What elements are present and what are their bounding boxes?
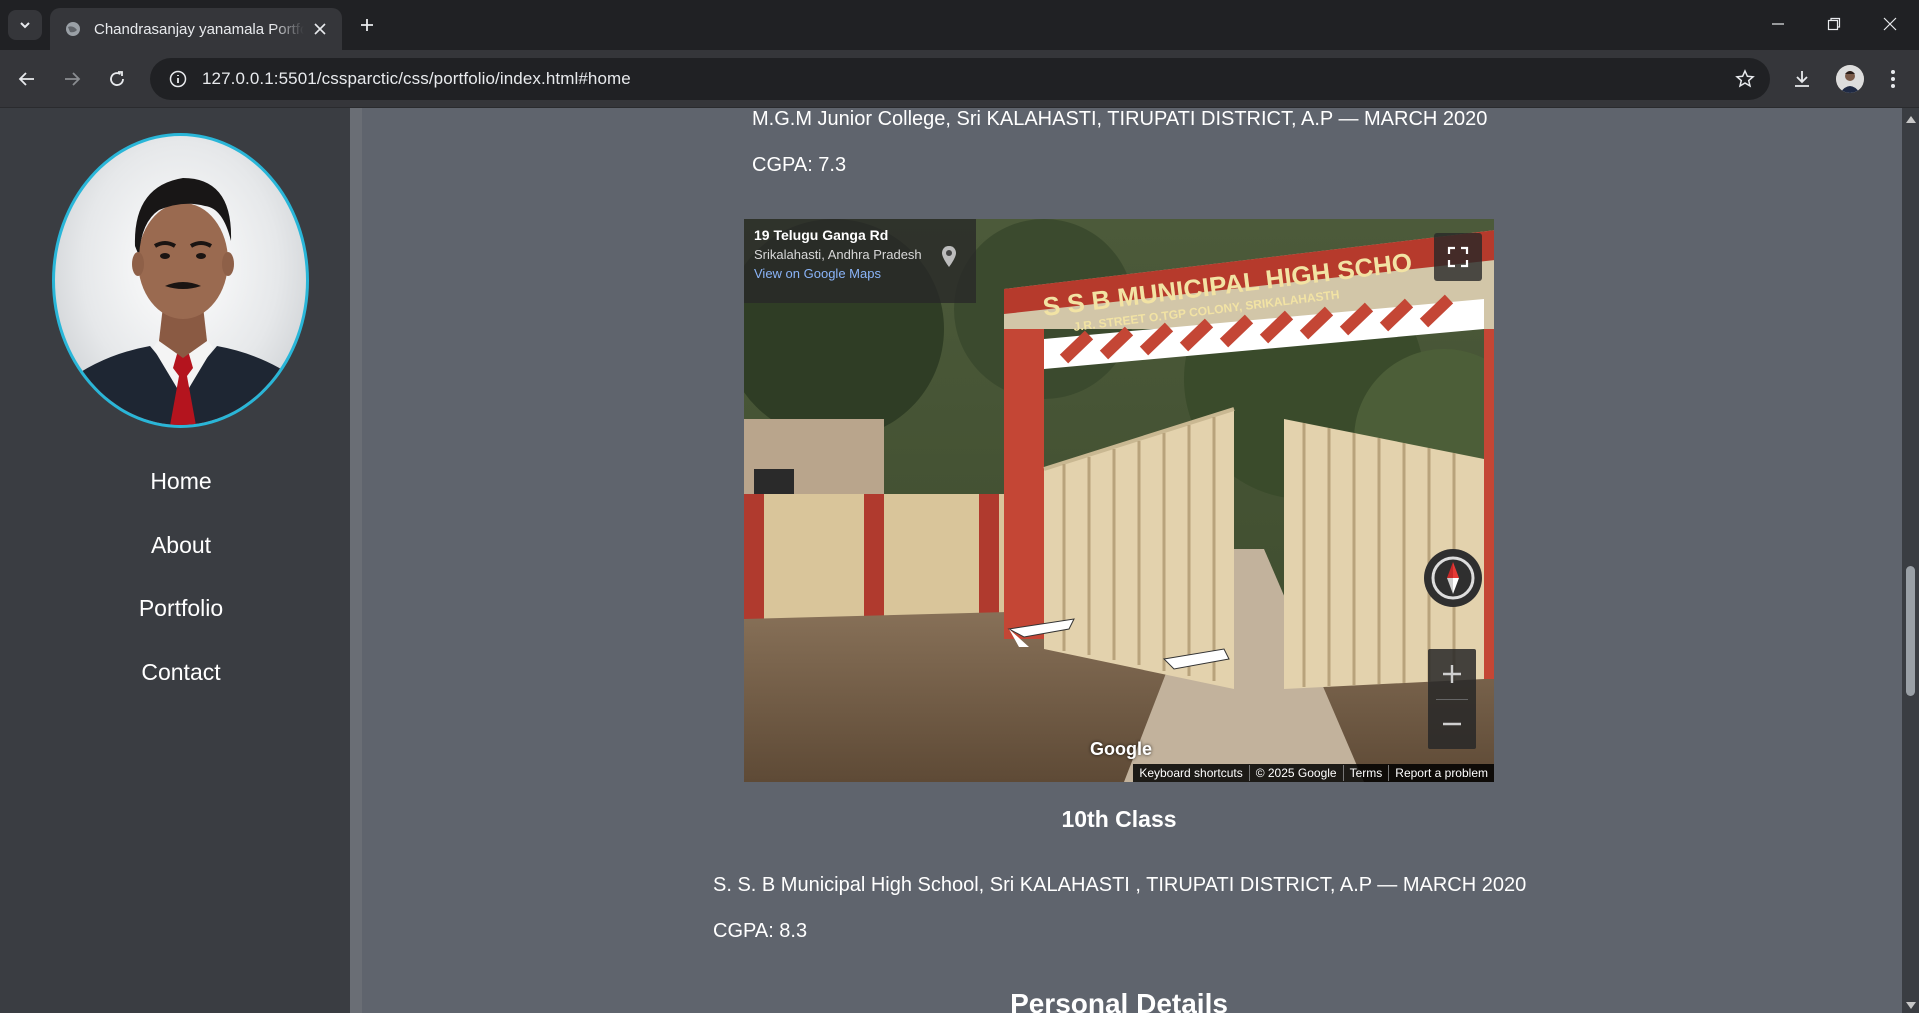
map-address-panel: 19 Telugu Ganga Rd Srikalahasti, Andhra … <box>744 219 976 303</box>
nav-contact-link[interactable]: Contact <box>0 657 362 721</box>
compass-icon <box>1431 556 1475 600</box>
browser-toolbar: 127.0.0.1:5501/cssparctic/css/portfolio/… <box>0 50 1919 108</box>
keyboard-shortcuts-link[interactable]: Keyboard shortcuts <box>1133 765 1248 781</box>
map-footer: Keyboard shortcuts © 2025 Google Terms R… <box>1133 764 1494 782</box>
map-copyright: © 2025 Google <box>1248 765 1343 781</box>
intermediate-college-line: M.G.M Junior College, Sri KALAHASTI, TIR… <box>752 108 1488 130</box>
kebab-menu-icon <box>1891 70 1895 88</box>
forward-button[interactable] <box>56 63 88 95</box>
close-icon <box>1883 17 1897 31</box>
zoom-separator <box>1436 699 1468 700</box>
window-close-button[interactable] <box>1867 8 1913 40</box>
zoom-control <box>1428 649 1476 749</box>
plus-icon <box>361 19 373 31</box>
restore-icon <box>1827 17 1841 31</box>
profile-photo <box>52 133 309 428</box>
nav-home-link[interactable]: Home <box>0 466 362 530</box>
map-address-line1: 19 Telugu Ganga Rd <box>754 227 889 243</box>
page-scrollbar[interactable] <box>1902 108 1919 1013</box>
globe-favicon-icon <box>64 20 82 38</box>
tenth-school-line: S. S. B Municipal High School, Sri KALAH… <box>713 874 1527 896</box>
fullscreen-icon <box>1447 246 1469 268</box>
browser-tab-bar: Chandrasanjay yanamala Portfolio <box>0 0 1919 50</box>
reload-icon <box>110 71 124 86</box>
tab-close-button[interactable] <box>310 19 330 39</box>
tab-title: Chandrasanjay yanamala Portfolio <box>94 20 304 38</box>
personal-details-heading: Personal Details <box>1010 988 1228 1013</box>
sidebar-nav: Home About Portfolio Contact <box>0 466 362 720</box>
street-view-image: S S B MUNICIPAL HIGH SCHO J.R. STREET O.… <box>744 219 1494 782</box>
site-info-icon[interactable] <box>164 65 192 93</box>
url-text: 127.0.0.1:5501/cssparctic/css/portfolio/… <box>202 69 631 88</box>
bookmark-star-button[interactable] <box>1734 68 1756 90</box>
star-icon <box>1735 69 1755 88</box>
active-tab[interactable]: Chandrasanjay yanamala Portfolio <box>50 8 342 50</box>
map-pin-icon <box>942 246 956 267</box>
browser-menu-button[interactable] <box>1877 63 1909 95</box>
reload-button[interactable] <box>101 63 133 95</box>
tab-list-icon <box>20 22 30 29</box>
scroll-down-arrow[interactable] <box>1905 1000 1916 1010</box>
zoom-out-button[interactable] <box>1428 699 1476 749</box>
street-view-map[interactable]: S S B MUNICIPAL HIGH SCHO J.R. STREET O.… <box>744 219 1494 782</box>
back-button[interactable] <box>11 63 43 95</box>
map-address-line2: Srikalahasti, Andhra Pradesh <box>754 247 922 262</box>
intermediate-cgpa: CGPA: 7.3 <box>752 154 847 176</box>
profile-avatar-button[interactable] <box>1836 65 1864 93</box>
zoom-in-button[interactable] <box>1428 649 1476 699</box>
compass-button[interactable] <box>1424 549 1482 607</box>
terms-link[interactable]: Terms <box>1342 765 1389 781</box>
close-icon <box>314 23 326 35</box>
nav-portfolio-link[interactable]: Portfolio <box>0 593 362 657</box>
sidebar: Home About Portfolio Contact <box>0 108 362 1013</box>
fullscreen-button[interactable] <box>1434 233 1482 281</box>
scrollbar-thumb[interactable] <box>1906 566 1915 696</box>
download-icon <box>1795 71 1809 87</box>
google-logo: Google <box>1090 739 1152 759</box>
scroll-up-arrow[interactable] <box>1905 114 1916 124</box>
report-problem-link[interactable]: Report a problem <box>1388 765 1494 781</box>
minimize-icon <box>1772 23 1784 25</box>
tenth-class-heading: 10th Class <box>1061 806 1177 832</box>
main-content: M.G.M Junior College, Sri KALAHASTI, TIR… <box>374 108 1864 1013</box>
tab-list-button[interactable] <box>8 10 42 40</box>
downloads-button[interactable] <box>1786 63 1818 95</box>
minimize-button[interactable] <box>1755 8 1801 40</box>
nav-about-link[interactable]: About <box>0 530 362 594</box>
zoom-in-icon <box>1443 665 1461 683</box>
back-arrow-icon <box>18 72 34 86</box>
zoom-out-icon <box>1443 722 1461 726</box>
forward-arrow-icon <box>65 72 81 86</box>
new-tab-button[interactable] <box>354 12 380 38</box>
address-bar[interactable]: 127.0.0.1:5501/cssparctic/css/portfolio/… <box>150 58 1770 100</box>
view-on-google-maps-link[interactable]: View on Google Maps <box>754 266 966 281</box>
restore-button[interactable] <box>1811 8 1857 40</box>
tenth-cgpa: CGPA: 8.3 <box>713 920 808 942</box>
